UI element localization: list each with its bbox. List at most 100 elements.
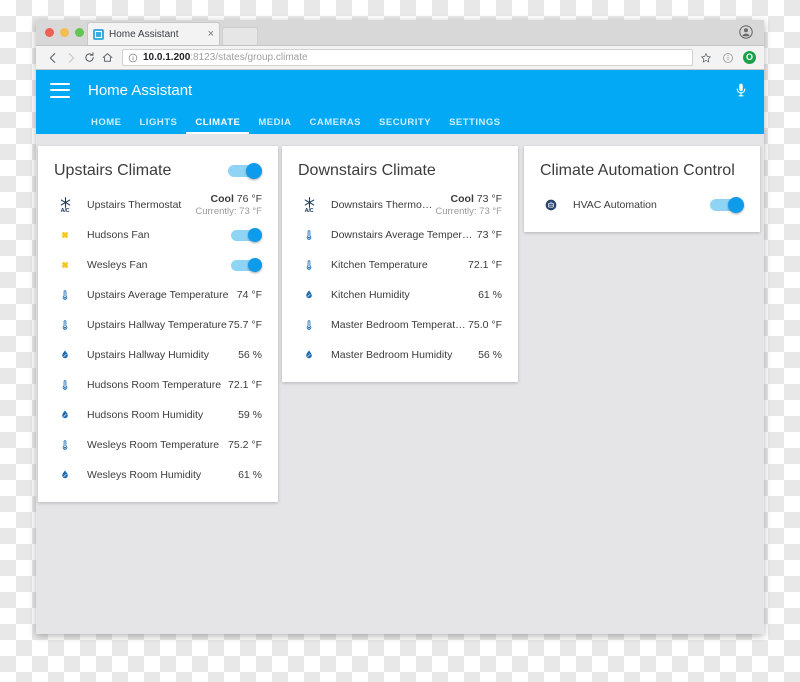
- row-wesleys-room-humidity[interactable]: Wesleys Room Humidity 61 %: [38, 460, 278, 490]
- app-toolbar: Home Assistant: [36, 70, 764, 110]
- microphone-icon[interactable]: [732, 81, 750, 99]
- ac-icon-label: A/C: [60, 207, 70, 214]
- row-label: Hudsons Room Temperature: [87, 379, 222, 391]
- row-label: Wesleys Room Humidity: [87, 469, 202, 481]
- background-tab[interactable]: [222, 27, 258, 45]
- row-label: Upstairs Hallway Temperature: [87, 319, 227, 331]
- tab-home[interactable]: HOME: [82, 117, 131, 134]
- row-kitchen-temperature[interactable]: Kitchen Temperature 72.1 °F: [282, 250, 518, 280]
- row-wesleys-fan[interactable]: Wesleys Fan: [38, 250, 278, 280]
- wesleys-fan-toggle[interactable]: [231, 258, 262, 272]
- row-value: 75.7 °F: [228, 319, 262, 331]
- cards-area: Upstairs Climate A/C Upstairs Thermostat…: [36, 134, 764, 502]
- browser-tab-strip: Home Assistant ×: [36, 20, 764, 46]
- account-avatar[interactable]: O: [743, 51, 756, 64]
- thermostat-mode: Cool: [450, 192, 474, 205]
- toolbar-icon-group: O: [699, 51, 756, 65]
- row-value: 75.0 °F: [468, 319, 502, 331]
- thermostat-mode: Cool: [210, 192, 234, 205]
- row-label: Upstairs Thermostat: [87, 199, 182, 211]
- row-kitchen-humidity[interactable]: Kitchen Humidity 61 %: [282, 280, 518, 310]
- thermostat-current: Currently: 73 °F: [195, 205, 262, 217]
- star-icon[interactable]: [699, 51, 713, 65]
- row-upstairs-thermostat[interactable]: A/C Upstairs Thermostat Cool 76 °F Curre…: [38, 190, 278, 220]
- card-climate-automation-control: Climate Automation Control HVAC Automati…: [524, 146, 760, 232]
- row-label: Hudsons Room Humidity: [87, 409, 204, 421]
- ac-icon-label: A/C: [304, 207, 314, 214]
- row-upstairs-hallway-temperature[interactable]: Upstairs Hallway Temperature 75.7 °F: [38, 310, 278, 340]
- row-label: HVAC Automation: [573, 199, 657, 211]
- toggle-knob: [248, 228, 262, 242]
- row-label: Master Bedroom Humidity: [331, 349, 453, 361]
- row-hudsons-fan[interactable]: Hudsons Fan: [38, 220, 278, 250]
- row-downstairs-thermostat[interactable]: A/C Downstairs Thermostat Cool 73 °F Cur…: [282, 190, 518, 220]
- tab-security[interactable]: SECURITY: [370, 117, 440, 134]
- row-label: Upstairs Hallway Humidity: [87, 349, 209, 361]
- tab-settings[interactable]: SETTINGS: [440, 117, 510, 134]
- tab-cameras[interactable]: CAMERAS: [300, 117, 370, 134]
- toggle-knob: [246, 163, 262, 179]
- back-arrow-icon[interactable]: [44, 49, 62, 67]
- upstairs-climate-master-toggle[interactable]: [228, 163, 262, 179]
- thermometer-icon: [54, 438, 76, 452]
- minimize-window-button[interactable]: [60, 28, 69, 37]
- hamburger-menu-icon[interactable]: [50, 82, 70, 98]
- home-icon[interactable]: [98, 49, 116, 67]
- tab-media[interactable]: MEDIA: [249, 117, 300, 134]
- toggle-knob: [248, 258, 262, 272]
- row-value: 72.1 °F: [468, 259, 502, 271]
- water-drop-icon: [54, 468, 76, 482]
- card-header: Downstairs Climate: [282, 146, 518, 190]
- row-value: 56 %: [478, 349, 502, 361]
- row-downstairs-average-temperature[interactable]: Downstairs Average Temperature 73 °F: [282, 220, 518, 250]
- thermostat-target: 76 °F: [233, 192, 262, 205]
- tab-climate[interactable]: CLIMATE: [186, 117, 250, 134]
- thermostat-current: Currently: 73 °F: [435, 205, 502, 217]
- tab-lights[interactable]: LIGHTS: [131, 117, 187, 134]
- row-label: Wesleys Fan: [87, 259, 148, 271]
- row-label: Wesleys Room Temperature: [87, 439, 220, 451]
- reload-icon[interactable]: [80, 49, 98, 67]
- row-upstairs-average-temperature[interactable]: Upstairs Average Temperature 74 °F: [38, 280, 278, 310]
- row-label: Downstairs Average Temperature: [331, 229, 477, 241]
- row-hvac-automation[interactable]: HVAC Automation: [524, 190, 760, 220]
- maximize-window-button[interactable]: [75, 28, 84, 37]
- row-master-bedroom-temperature[interactable]: Master Bedroom Temperature 75.0 °F: [282, 310, 518, 340]
- thermometer-icon: [54, 318, 76, 332]
- card-title: Climate Automation Control: [540, 162, 735, 179]
- hudsons-fan-toggle[interactable]: [231, 228, 262, 242]
- row-wesleys-room-temperature[interactable]: Wesleys Room Temperature 75.2 °F: [38, 430, 278, 460]
- card-header: Climate Automation Control: [524, 146, 760, 190]
- page-info-icon[interactable]: [128, 53, 138, 63]
- profile-icon[interactable]: [738, 24, 754, 40]
- thermometer-icon: [298, 228, 320, 242]
- card-title: Downstairs Climate: [298, 162, 436, 179]
- card-title: Upstairs Climate: [54, 162, 172, 179]
- browser-window: Home Assistant × 10.0.1.200:8123/states/…: [36, 20, 764, 634]
- url-host: 10.0.1.200: [143, 52, 191, 63]
- address-bar-text: 10.0.1.200:8123/states/group.climate: [143, 52, 308, 63]
- hvac-automation-toggle[interactable]: [710, 197, 744, 213]
- row-master-bedroom-humidity[interactable]: Master Bedroom Humidity 56 %: [282, 340, 518, 370]
- card-body: A/C Downstairs Thermostat Cool 73 °F Cur…: [282, 190, 518, 382]
- row-hudsons-room-humidity[interactable]: Hudsons Room Humidity 59 %: [38, 400, 278, 430]
- url-path: :8123/states/group.climate: [190, 52, 308, 63]
- browser-tab[interactable]: Home Assistant ×: [87, 22, 220, 45]
- fan-icon: [54, 258, 76, 272]
- address-bar[interactable]: 10.0.1.200:8123/states/group.climate: [122, 49, 693, 66]
- card-body: HVAC Automation: [524, 190, 760, 232]
- close-window-button[interactable]: [45, 28, 54, 37]
- row-label: Hudsons Fan: [87, 229, 150, 241]
- close-tab-icon[interactable]: ×: [204, 28, 214, 40]
- thermostat-target: 73 °F: [473, 192, 502, 205]
- row-upstairs-hallway-humidity[interactable]: Upstairs Hallway Humidity 56 %: [38, 340, 278, 370]
- home-assistant-app: Home Assistant HOME LIGHTS CLIMATE MEDIA…: [36, 70, 764, 634]
- forward-arrow-icon: [62, 49, 80, 67]
- toggle-knob: [728, 197, 744, 213]
- extension-icon[interactable]: [721, 51, 735, 65]
- water-drop-icon: [54, 348, 76, 362]
- row-hudsons-room-temperature[interactable]: Hudsons Room Temperature 72.1 °F: [38, 370, 278, 400]
- row-value: 74 °F: [236, 289, 262, 301]
- row-label: Kitchen Humidity: [331, 289, 410, 301]
- thermometer-icon: [54, 378, 76, 392]
